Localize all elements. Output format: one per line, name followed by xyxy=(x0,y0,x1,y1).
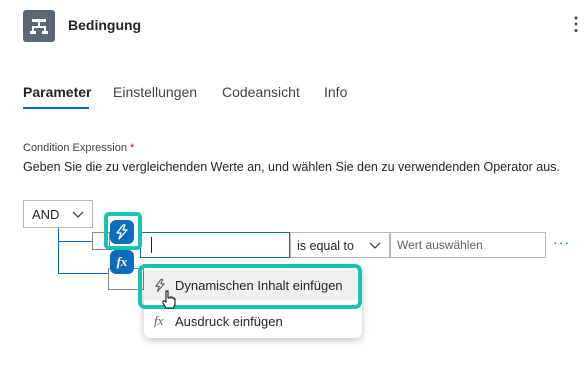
left-operand-input[interactable] xyxy=(140,232,290,258)
tab-einstellungen[interactable]: Einstellungen xyxy=(113,84,197,100)
group-operator-select[interactable]: AND xyxy=(23,200,93,228)
tab-codeansicht[interactable]: Codeansicht xyxy=(222,84,300,100)
condition-expression-label: Condition Expression * xyxy=(23,142,134,154)
more-vertical-icon[interactable]: ⋮ xyxy=(567,14,584,34)
tab-info[interactable]: Info xyxy=(324,84,347,100)
hand-cursor-icon xyxy=(162,290,176,309)
tree-line xyxy=(58,228,59,274)
condition-help-text: Geben Sie die zu vergleichenden Werte an… xyxy=(23,160,560,174)
chevron-down-icon xyxy=(72,211,84,218)
action-title: Bedingung xyxy=(68,17,142,33)
operator-value: is equal to xyxy=(297,239,354,253)
tab-parameter[interactable]: Parameter xyxy=(23,84,92,100)
condition-icon xyxy=(30,19,48,34)
menu-item-expression[interactable]: fx Ausdruck einfügen xyxy=(144,306,362,336)
row-more-icon[interactable]: ··· xyxy=(553,234,570,250)
text-caret xyxy=(151,237,152,253)
tree-line xyxy=(58,241,92,242)
chevron-down-icon xyxy=(369,242,381,249)
menu-item-label: Ausdruck einfügen xyxy=(175,314,283,329)
active-tab-indicator xyxy=(23,107,89,109)
right-operand-field[interactable] xyxy=(397,238,537,252)
insert-expression-button[interactable]: fx xyxy=(110,250,134,274)
required-mark: * xyxy=(130,142,135,154)
group-operator-value: AND xyxy=(32,207,60,222)
highlight-frame xyxy=(104,212,142,250)
tree-line xyxy=(58,273,108,274)
condition-label-text: Condition Expression xyxy=(23,142,127,154)
fx-icon: fx xyxy=(154,313,164,328)
condition-app-icon xyxy=(23,10,55,42)
right-operand-input[interactable] xyxy=(390,232,546,258)
operator-select[interactable]: is equal to xyxy=(290,232,390,258)
